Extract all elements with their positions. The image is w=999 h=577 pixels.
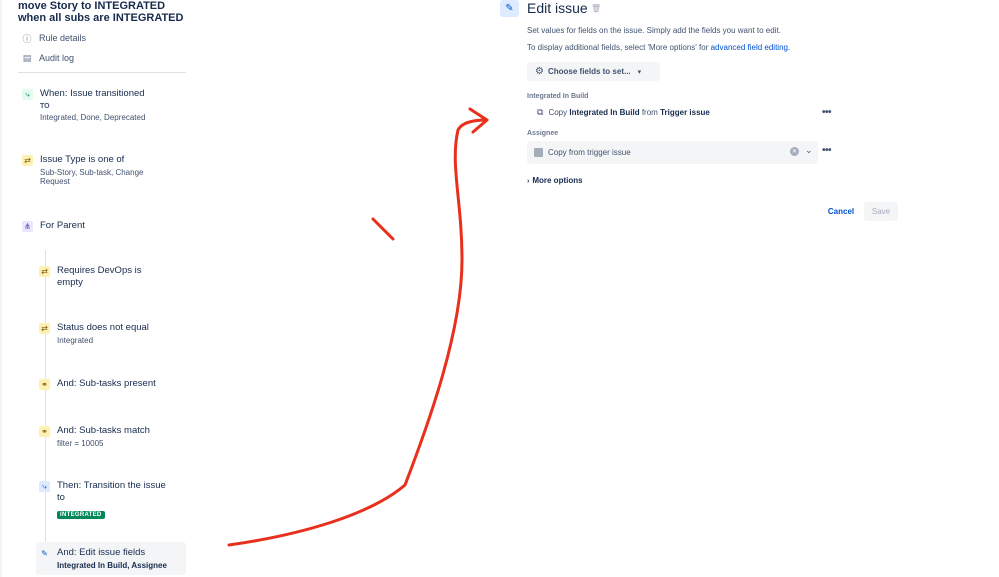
step-subtitle: filter = 10005 [57,438,104,448]
step-title: Requires DevOps is empty [57,265,142,288]
rule-sidebar: move Story to INTEGRATED when all subs a… [0,0,200,577]
field-label-assignee: Assignee [527,130,559,137]
chevron-down-icon[interactable]: ⌄ [805,145,813,156]
panel-edge [0,0,2,577]
more-options-toggle[interactable]: › More options [527,176,583,185]
link-icon: ⚭ [39,426,50,437]
step-status[interactable]: ⇄ Status does not equal Integrated [39,322,149,345]
assignee-select[interactable]: Copy from trigger issue ✕ ⌄ [527,141,818,164]
step-title: Issue Type is one of [40,154,125,165]
copy-mid: from [641,108,658,117]
trash-icon[interactable]: 🗑 [591,4,601,13]
step-subtitle: Integrated [57,335,94,345]
copy-field-value[interactable]: ⧉ Copy Integrated In Build from Trigger … [537,107,710,118]
link-icon: ⚭ [39,379,50,390]
edit-description: Set values for fields on the issue. Simp… [527,26,781,35]
pencil-icon: ✎ [500,0,519,17]
step-subtitle: Integrated, Done, Deprecated [40,113,146,122]
shuffle-icon: ⇄ [39,266,50,277]
assignee-value: Copy from trigger issue [548,148,631,157]
rule-details-label: Rule details [39,33,87,43]
more-options-label: More options [532,176,583,185]
field-label-integrated-build: Integrated In Build [527,93,589,100]
step-title: When: Issue transitioned [40,88,145,99]
annotation-arrowhead [468,107,489,134]
clear-icon[interactable]: ✕ [790,147,799,156]
document-icon: ▤ [22,52,32,63]
more-actions-icon[interactable]: ••• [822,107,832,118]
chevron-down-icon: ▾ [637,68,642,76]
gear-icon: ⚙ [535,66,544,77]
chevron-right-icon: › [527,178,530,185]
step-title: For Parent [40,220,85,231]
copy-prefix: Copy [548,108,568,117]
rule-title: move Story to INTEGRATED when all subs a… [18,0,184,24]
annotation-arrow [227,118,488,547]
step-title: And: Edit issue fields [57,547,146,558]
step-title: And: Sub-tasks match [57,425,150,436]
avatar-icon [534,148,543,157]
step-title: And: Sub-tasks present [57,378,156,389]
page-title: Edit issue [527,0,588,16]
step-subtitle: Integrated In Build, Assignee [57,560,167,570]
step-branch-parent[interactable]: ⋔ For Parent [22,220,85,232]
choose-fields-dropdown[interactable]: ⚙ Choose fields to set... ▾ [527,62,660,81]
rule-details-link[interactable]: ⓘ Rule details [22,33,87,44]
step-edit-fields[interactable]: ✎ And: Edit issue fields Integrated In B… [39,547,167,570]
info-icon: ⓘ [22,33,32,44]
cancel-button[interactable]: Cancel [822,202,860,221]
pencil-icon: ✎ [41,549,48,558]
desc2-text: To display additional fields, select 'Mo… [527,43,711,52]
branch-icon: ⋔ [22,221,33,232]
annotation-tick [371,217,395,241]
save-button[interactable]: Save [864,202,898,221]
more-actions-icon[interactable]: ••• [822,145,832,156]
choose-fields-label: Choose fields to set... [547,67,631,76]
edit-description-2: To display additional fields, select 'Mo… [527,43,790,52]
transition-icon: ⤷ [22,89,33,100]
advanced-field-editing-link[interactable]: advanced field editing. [711,43,791,52]
step-title: Then: Transition the issue to [57,480,166,503]
copy-field-name: Integrated In Build [569,108,640,117]
branch-line [45,250,46,570]
divider [18,72,186,73]
step-subtitle: Sub-Story, Sub-task, Change Request [40,167,144,187]
step-subtasks-match[interactable]: ⚭ And: Sub-tasks match filter = 10005 [39,425,150,448]
copy-source: Trigger issue [660,108,710,117]
step-trigger[interactable]: ⤷ When: Issue transitioned TO Integrated… [22,88,145,123]
step-transition[interactable]: ⤷ Then: Transition the issue to INTEGRAT… [39,480,172,521]
step-devops[interactable]: ⇄ Requires DevOps is empty [39,265,157,288]
status-badge: INTEGRATED [57,511,105,519]
step-to-label: TO [40,102,50,110]
shuffle-icon: ⇄ [22,155,33,166]
audit-log-label: Audit log [39,53,75,63]
audit-log-link[interactable]: ▤ Audit log [22,52,75,64]
copy-icon: ⧉ [537,107,544,117]
shuffle-icon: ⇄ [39,323,50,334]
step-issue-type[interactable]: ⇄ Issue Type is one of Sub-Story, Sub-ta… [22,154,160,187]
step-subtasks-present[interactable]: ⚭ And: Sub-tasks present [39,378,156,390]
transition-icon: ⤷ [39,481,50,492]
step-title: Status does not equal [57,322,149,333]
